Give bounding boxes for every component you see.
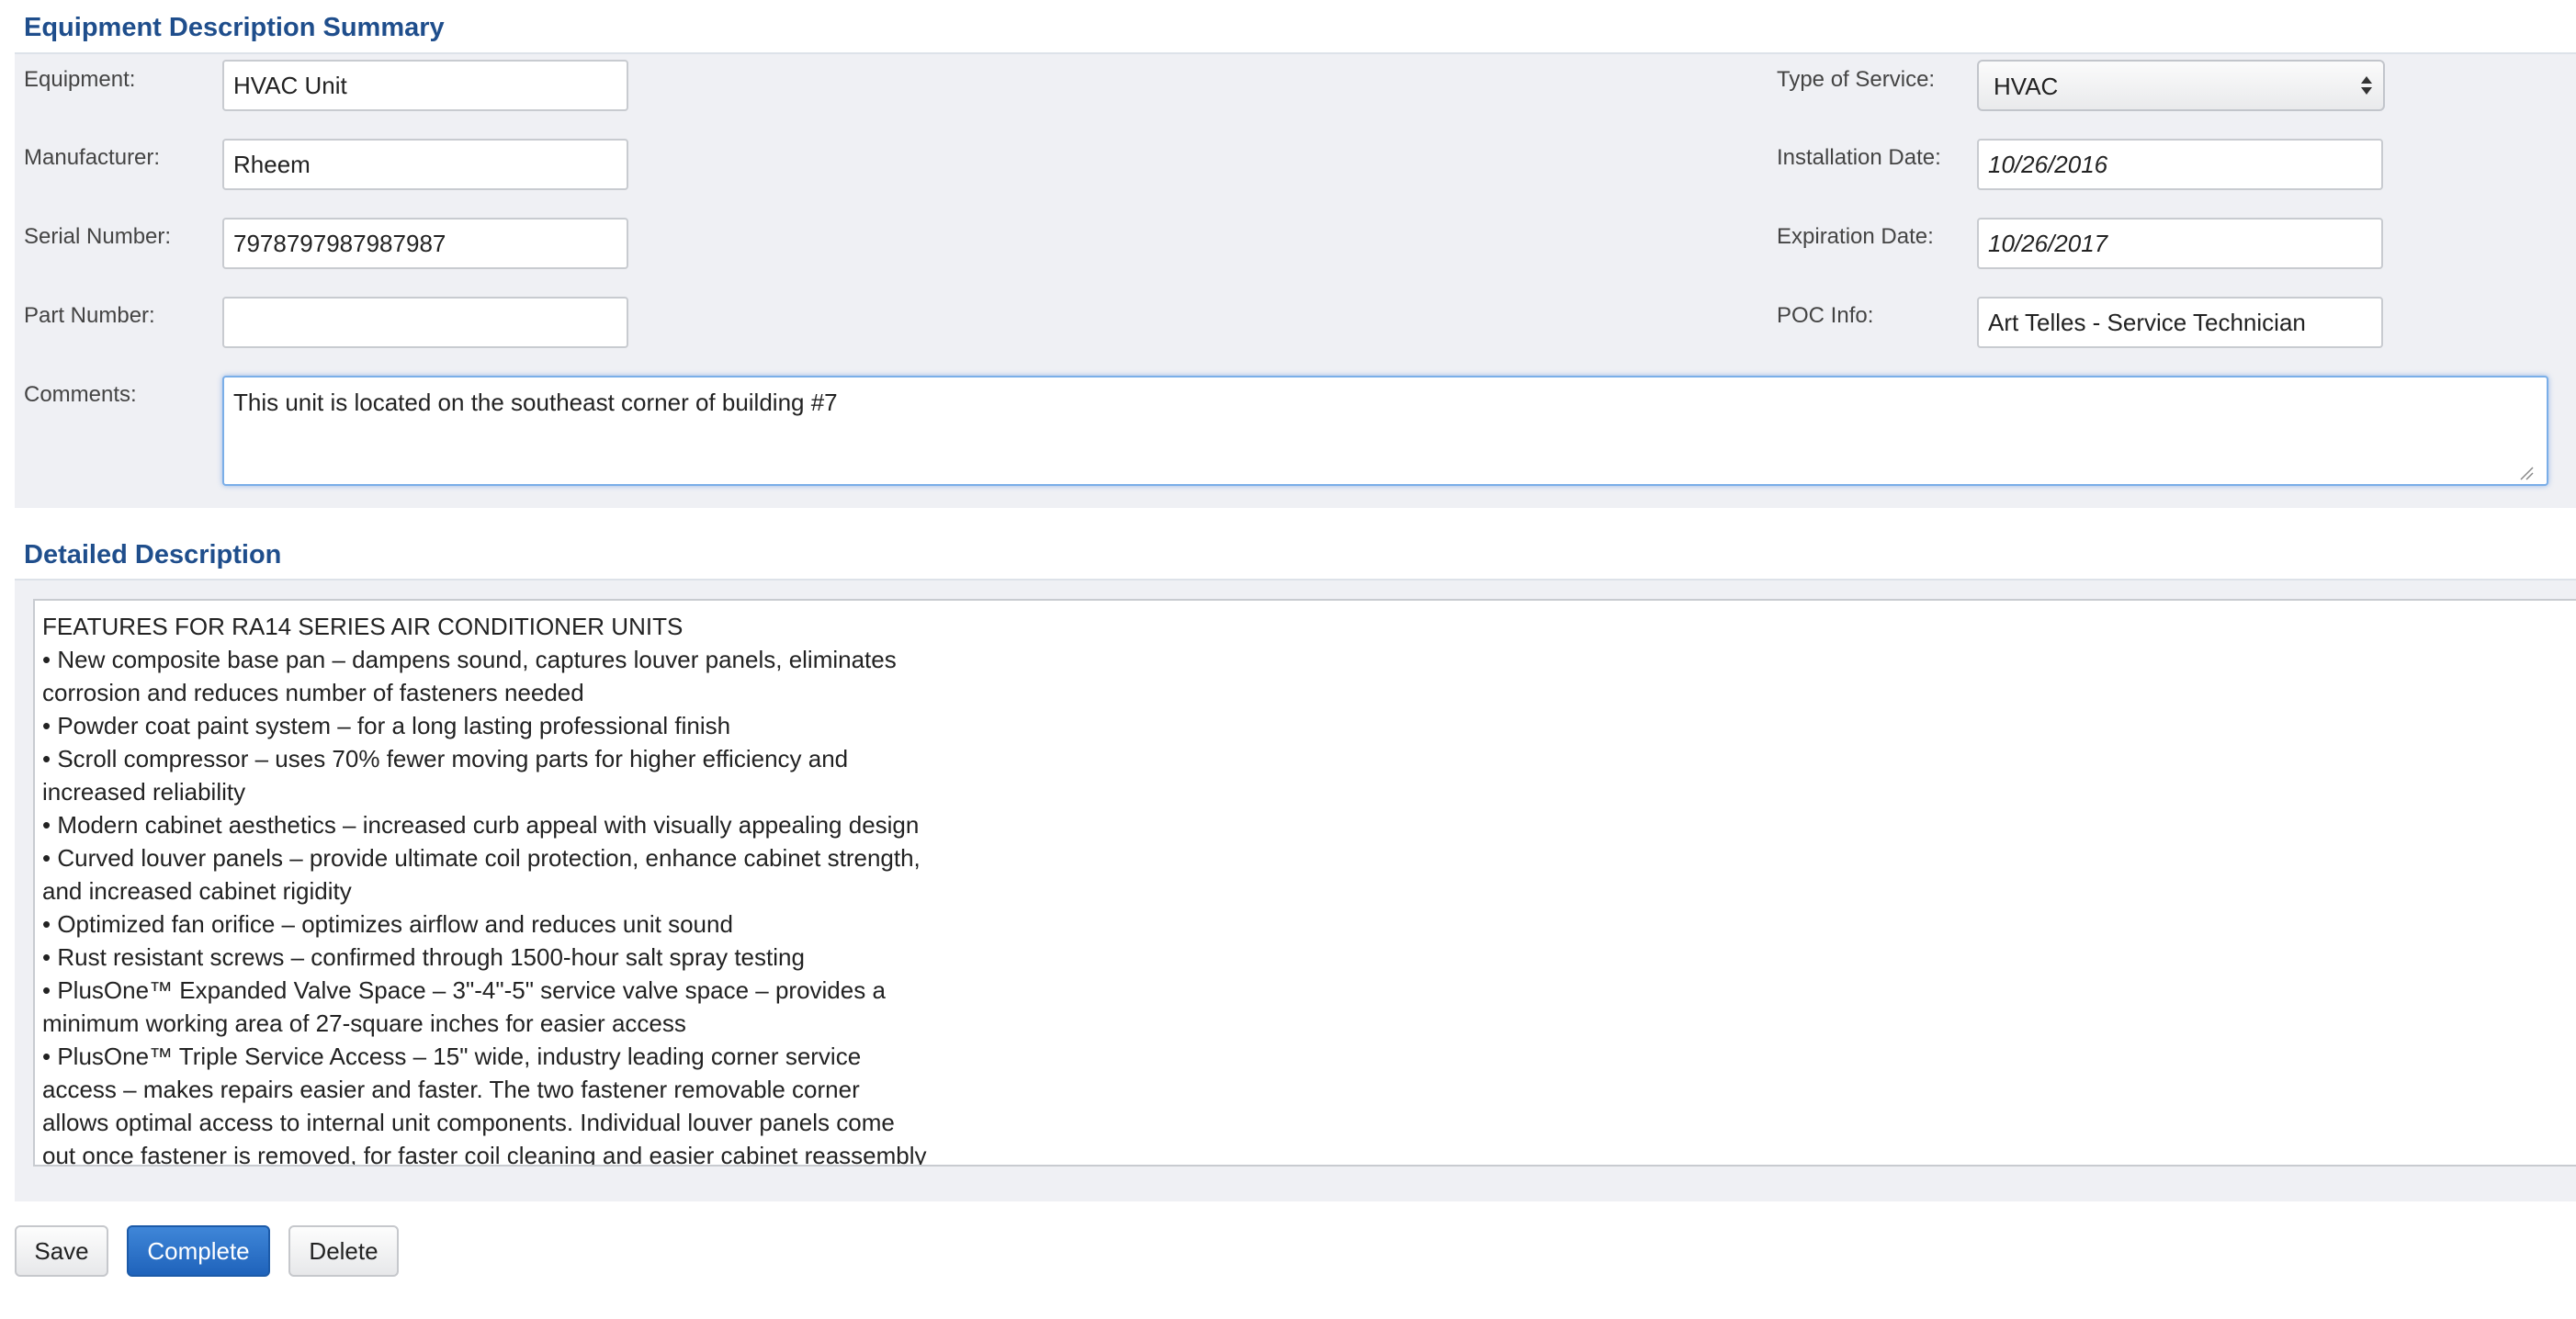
equipment-label: Equipment: xyxy=(24,67,136,92)
service-type-select[interactable]: HVAC xyxy=(1977,60,2385,111)
description-line: • PlusOne™ Expanded Valve Space – 3"-4"-… xyxy=(42,976,886,1004)
poc-info-label: POC Info: xyxy=(1777,303,1874,328)
summary-panel: Equipment: Manufacturer: Serial Number: … xyxy=(15,54,2576,508)
poc-info-field[interactable] xyxy=(1977,297,2383,348)
description-line: increased reliability xyxy=(42,778,246,806)
description-line: • Optimized fan orifice – optimizes airf… xyxy=(42,910,733,938)
part-number-label: Part Number: xyxy=(24,303,155,328)
description-line: minimum working area of 27-square inches… xyxy=(42,1009,686,1037)
description-line: access – makes repairs easier and faster… xyxy=(42,1076,860,1103)
manufacturer-label: Manufacturer: xyxy=(24,145,161,170)
serial-number-field[interactable] xyxy=(222,218,628,269)
service-type-label: Type of Service: xyxy=(1777,67,1936,92)
comments-label: Comments: xyxy=(24,382,137,407)
description-line: corrosion and reduces number of fastener… xyxy=(42,679,584,706)
description-line: and increased cabinet rigidity xyxy=(42,877,352,905)
description-line: • New composite base pan – dampens sound… xyxy=(42,646,897,673)
save-button[interactable]: Save xyxy=(15,1225,108,1277)
description-line: • PlusOne™ Triple Service Access – 15" w… xyxy=(42,1043,862,1070)
description-line: • Curved louver panels – provide ultimat… xyxy=(42,844,921,872)
detailed-description-title: Detailed Description xyxy=(24,540,282,569)
description-line: • Rust resistant screws – confirmed thro… xyxy=(42,943,805,971)
expiration-date-label: Expiration Date: xyxy=(1777,224,1934,249)
description-line: • Scroll compressor – uses 70% fewer mov… xyxy=(42,745,849,772)
description-line: allows optimal access to internal unit c… xyxy=(42,1109,895,1136)
serial-number-label: Serial Number: xyxy=(24,224,172,249)
complete-button[interactable]: Complete xyxy=(127,1225,270,1277)
installation-date-label: Installation Date: xyxy=(1777,145,1941,170)
part-number-field[interactable] xyxy=(222,297,628,348)
description-line: • Modern cabinet aesthetics – increased … xyxy=(42,811,920,839)
installation-date-field[interactable] xyxy=(1977,139,2383,190)
comments-field[interactable]: This unit is located on the southeast co… xyxy=(222,376,2548,486)
description-line: out once fastener is removed, for faster… xyxy=(42,1142,927,1167)
detailed-description-text[interactable]: FEATURES FOR RA14 SERIES AIR CONDITIONER… xyxy=(33,599,2576,1167)
service-type-value: HVAC xyxy=(1994,73,2059,100)
summary-section-title: Equipment Description Summary xyxy=(24,13,445,42)
expiration-date-field[interactable] xyxy=(1977,218,2383,269)
description-line: FEATURES FOR RA14 SERIES AIR CONDITIONER… xyxy=(42,613,684,640)
equipment-field[interactable] xyxy=(222,60,628,111)
resize-grip-icon[interactable] xyxy=(2517,464,2534,480)
delete-button[interactable]: Delete xyxy=(288,1225,399,1277)
detailed-description-panel: FEATURES FOR RA14 SERIES AIR CONDITIONER… xyxy=(15,581,2576,1201)
select-arrows-icon xyxy=(2361,76,2372,95)
description-line: • Powder coat paint system – for a long … xyxy=(42,712,731,739)
manufacturer-field[interactable] xyxy=(222,139,628,190)
